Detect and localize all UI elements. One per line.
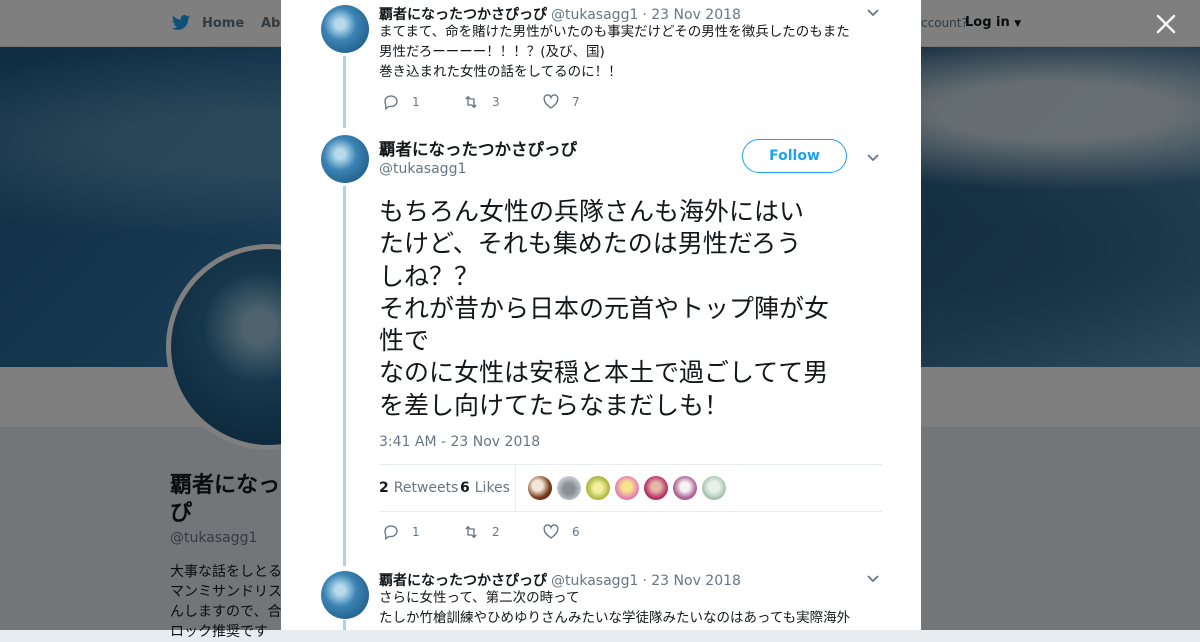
tweet-line: しね？？ [379,261,480,291]
follow-label: Follow [769,148,820,164]
author-handle[interactable]: @tukasagg1 [379,161,466,177]
liker-avatar[interactable] [586,476,610,500]
tweet-actions: 1 3 7 [382,93,622,111]
chevron-down-icon[interactable] [866,153,880,163]
tweet-date[interactable]: · 23 Nov 2018 [642,573,741,589]
tweet-line: 男性だろーーーー！！！？(及び、国) [379,44,605,60]
thread-connector [343,56,346,128]
tweet-text: さらに女性って、第二次の時って たしか竹槍訓練やひめゆりさんみたいな学徒隊みたい… [379,588,879,628]
tweet-line: 巻き込まれた女性の話をしてるのに！！ [379,64,622,80]
retweet-count: 2 [492,525,500,539]
follow-button[interactable]: Follow [742,139,847,173]
reply-count: 1 [412,525,420,539]
liker-avatar[interactable] [528,476,552,500]
tweet-header: 覇者になったつかさぴっぴ @tukasagg1 · 23 Nov 2018 [379,570,741,590]
retweets-stat[interactable]: 2 Retweets [379,480,458,496]
tweet-line: それが昔から日本の元首やトップ陣が女 [379,293,830,323]
author-name[interactable]: 覇者になったつかさぴっぴ [379,7,547,23]
avatar[interactable] [321,571,369,619]
close-icon[interactable] [1152,10,1180,38]
thread-connector [343,620,346,630]
liker-avatar[interactable] [702,476,726,500]
tweet-line: 性で [379,326,430,356]
retweets-stat-label: Retweets [393,480,459,496]
retweet-button[interactable]: 2 [462,523,542,541]
tweet-modal: 覇者になったつかさぴっぴ @tukasagg1 · 23 Nov 2018 まてまて… [281,0,921,630]
author-handle[interactable]: @tukasagg1 [551,573,638,589]
heart-icon [543,524,559,539]
retweet-count: 3 [492,95,500,109]
stats-divider [515,465,516,511]
likes-stat-count: 6 [460,480,470,496]
like-count: 7 [572,95,580,109]
tweet-line: さらに女性って、第二次の時って [379,590,580,606]
author-name[interactable]: 覇者になったつかさぴっぴ [379,136,577,160]
tweet-line: なのに女性は安穏と本土で過ごしてて男 [379,358,829,388]
liker-avatar[interactable] [557,476,581,500]
reply-icon [384,525,398,541]
avatar[interactable] [321,135,369,183]
likes-stat-label: Likes [474,480,510,496]
reply-icon [384,95,398,111]
tweet-line: もちろん女性の兵隊さんも海外にはい [379,197,805,226]
likes-stat[interactable]: 6 Likes [460,480,510,496]
chevron-down-icon[interactable] [866,574,880,584]
tweet-line: たけど、それも集めたのは男性だろう [379,229,802,259]
liker-avatars [528,476,726,500]
reply-button[interactable]: 1 [382,523,462,541]
liker-avatar[interactable] [644,476,668,500]
retweet-icon [465,95,477,109]
tweet-actions: 1 2 6 [382,523,622,541]
retweet-icon [465,525,477,539]
tweet-line: を差し向けてたらなまだしも！ [379,390,730,420]
heart-icon [543,94,559,109]
author-handle[interactable]: @tukasagg1 [551,7,638,23]
like-button[interactable]: 7 [542,93,622,111]
tweet-line: まてまて、命を賭けた男性がいたのも事実だけどその男性を徴兵したのもまた [379,24,850,40]
tweet-timestamp[interactable]: 3:41 AM - 23 Nov 2018 [379,434,540,450]
like-count: 6 [572,525,580,539]
tweet-text: もちろん女性の兵隊さんも海外にはい たけど、それも集めたのは男性だろう しね？？… [379,196,889,422]
retweets-stat-count: 2 [379,480,389,496]
avatar[interactable] [321,5,369,53]
liker-avatar[interactable] [615,476,639,500]
chevron-down-icon[interactable] [866,8,880,18]
tweet-date[interactable]: · 23 Nov 2018 [642,7,741,23]
retweet-button[interactable]: 3 [462,93,542,111]
reply-count: 1 [412,95,420,109]
reply-button[interactable]: 1 [382,93,462,111]
tweet-line: たしか竹槍訓練やひめゆりさんみたいな学徒隊みたいなのはあっても実際海外 [379,610,851,626]
thread-connector [343,186,346,566]
like-button[interactable]: 6 [542,523,622,541]
tweet-header: 覇者になったつかさぴっぴ @tukasagg1 · 23 Nov 2018 [379,4,741,24]
tweet-text: まてまて、命を賭けた男性がいたのも事実だけどその男性を徴兵したのもまた 男性だろ… [379,22,879,82]
liker-avatar[interactable] [673,476,697,500]
author-name[interactable]: 覇者になったつかさぴっぴ [379,573,547,589]
tweet-stats: 2 Retweets 6 Likes [379,464,882,512]
